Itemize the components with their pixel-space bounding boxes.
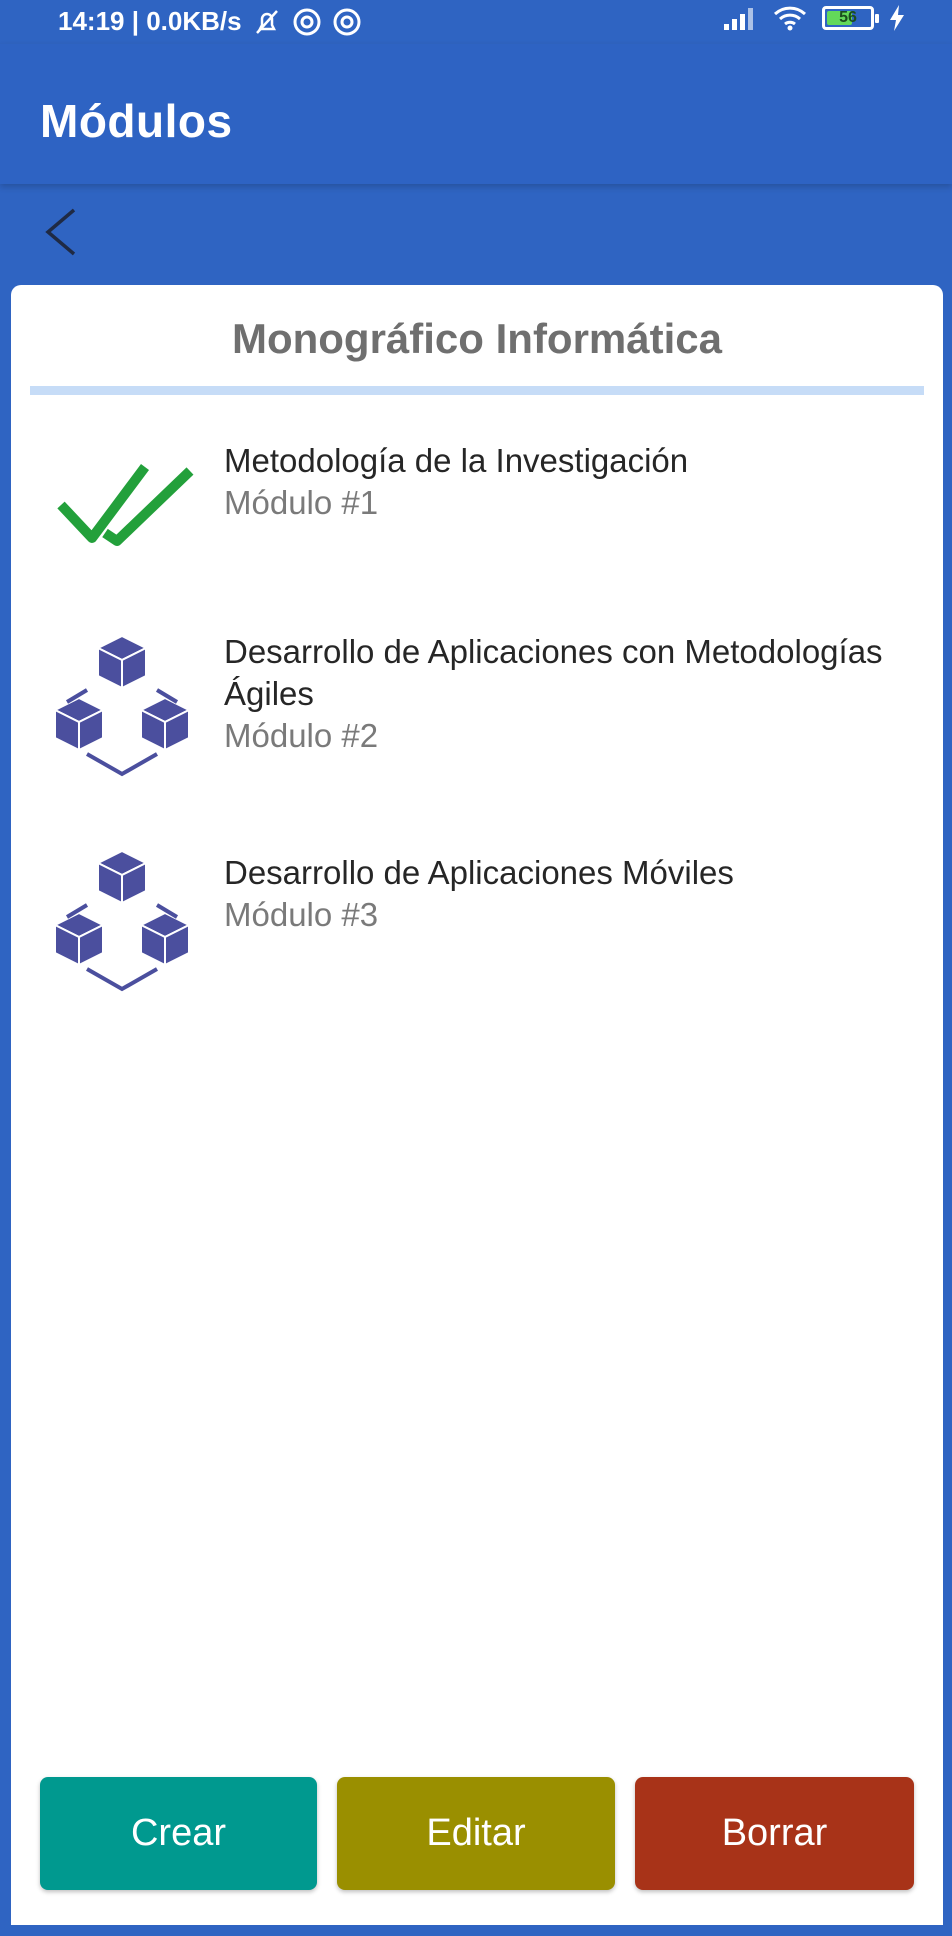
check-icon — [57, 464, 194, 546]
status-time-speed: 14:19 | 0.0KB/s — [58, 6, 242, 36]
module-list-item[interactable]: Desarrollo de Aplicaciones con Metodolog… — [11, 625, 943, 785]
course-title: Monográfico Informática — [231, 315, 723, 362]
module-list-item[interactable]: Desarrollo de Aplicaciones Móviles Módul… — [11, 840, 943, 1000]
module-number: Módulo #1 — [224, 484, 379, 521]
bell-off-icon — [255, 9, 278, 34]
notification-icon — [333, 8, 361, 35]
modules-card: Monográfico Informática Metodología de l… — [11, 285, 943, 1925]
page-title: Módulos — [40, 95, 233, 147]
bottom-strip — [0, 1925, 952, 1936]
module-number: Módulo #2 — [224, 717, 379, 754]
app-bar: Módulos — [0, 44, 952, 184]
module-number: Módulo #3 — [224, 896, 379, 933]
edit-button[interactable]: Editar — [337, 1777, 615, 1890]
module-title: Desarrollo de Aplicaciones Móviles — [224, 854, 734, 891]
wifi-icon — [773, 6, 807, 31]
battery-level: 56 — [839, 9, 857, 26]
module-list-item[interactable]: Metodología de la Investigación Módulo #… — [11, 435, 943, 585]
module-title: Metodología de la Investigación — [224, 442, 689, 479]
cubes-icon — [52, 634, 192, 777]
battery-icon: 56 — [822, 6, 879, 30]
charging-icon — [890, 5, 904, 31]
cubes-icon — [52, 849, 192, 992]
module-title: Desarrollo de Aplicaciones con Metodolog… — [224, 633, 883, 712]
notification-icon — [293, 8, 321, 35]
navigation-bar — [0, 184, 952, 284]
back-arrow-icon[interactable] — [34, 204, 90, 260]
create-button[interactable]: Crear — [40, 1777, 317, 1890]
signal-icon — [724, 8, 753, 30]
status-bar: 14:19 | 0.0KB/s 56 — [0, 0, 952, 44]
delete-button[interactable]: Borrar — [635, 1777, 914, 1890]
title-divider — [30, 386, 924, 395]
